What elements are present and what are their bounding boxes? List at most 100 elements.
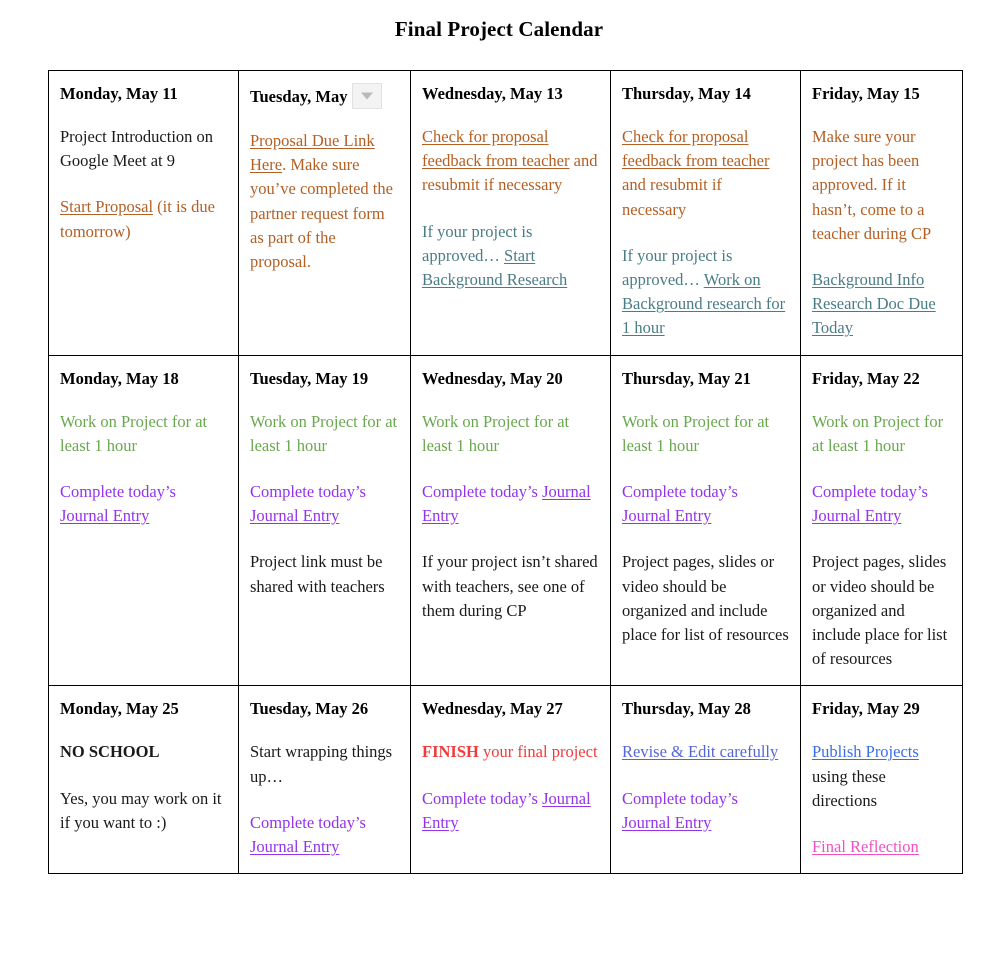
day-header: Tuesday, May 19 — [250, 368, 399, 390]
day-note-link[interactable]: Journal Entry — [60, 506, 149, 525]
day-note: Work on Project for at least 1 hour — [60, 410, 227, 458]
day-header: Monday, May 25 — [60, 698, 227, 720]
day-note: Complete today’s Journal Entry — [250, 811, 399, 859]
day-header: Friday, May 15 — [812, 83, 951, 105]
day-note: If your project isn’t shared with teache… — [422, 550, 599, 623]
day-header: Thursday, May 14 — [622, 83, 789, 105]
day-header: Wednesday, May 27 — [422, 698, 599, 720]
calendar-day-cell: Thursday, May 14 Check for proposal feedb… — [610, 70, 801, 356]
calendar-day-cell: Thursday, May 28 Revise & Edit carefully C… — [610, 685, 801, 875]
day-note: Publish Projects using these directions — [812, 740, 951, 813]
day-note-text: your final project — [478, 742, 598, 762]
day-note-text: Complete today’s — [422, 788, 543, 808]
calendar-week-row: Monday, May 11 Project Introduction on Go… — [48, 70, 963, 356]
day-note-text: Complete today’s — [250, 812, 366, 832]
day-header-label: Tuesday, May — [250, 87, 348, 106]
day-note: Background Info Research Doc Due Today — [812, 268, 951, 341]
day-header: Tuesday, May — [250, 83, 399, 109]
day-note-link[interactable]: Background Info Research Doc Due Today — [812, 270, 936, 337]
day-note-text: Complete today’s — [422, 482, 543, 502]
day-note-link[interactable]: Start Proposal — [60, 197, 153, 216]
day-note-link[interactable]: Revise & Edit carefully — [622, 742, 778, 761]
day-note-text: Work on Project for at least 1 hour — [812, 411, 944, 455]
day-header-label: Wednesday, May 27 — [422, 699, 563, 719]
day-note-text: Make sure your project has been approved… — [812, 127, 932, 243]
day-note-text: Project Introduction on Google Meet at 9 — [60, 127, 214, 171]
day-note: Complete today’s Journal Entry — [622, 480, 789, 528]
calendar-day-cell: Wednesday, May 20 Work on Project for at … — [410, 354, 611, 687]
day-note-text: Work on Project for at least 1 hour — [250, 411, 398, 455]
day-note: Yes, you may work on it if you want to :… — [60, 787, 227, 835]
day-note: Make sure your project has been approved… — [812, 125, 951, 246]
calendar-day-cell: Wednesday, May 27 FINISH your final proje… — [410, 685, 611, 875]
calendar-page: Final Project Calendar Monday, May 11 Pro… — [0, 0, 998, 964]
day-note: Project Introduction on Google Meet at 9 — [60, 125, 227, 173]
day-header: Friday, May 29 — [812, 698, 951, 720]
calendar-day-cell: Monday, May 25 NO SCHOOL Yes, you may work… — [48, 685, 239, 875]
day-note-text: NO SCHOOL — [60, 742, 160, 762]
day-note-text: and resubmit if necessary — [622, 175, 722, 219]
day-header-label: Friday, May 22 — [812, 368, 920, 388]
day-note: Work on Project for at least 1 hour — [250, 410, 399, 458]
day-header-label: Thursday, May 14 — [622, 84, 751, 103]
day-note-link[interactable]: Check for proposal feedback from teacher — [422, 127, 570, 170]
day-note: Work on Project for at least 1 hour — [812, 410, 951, 458]
day-note: Revise & Edit carefully — [622, 740, 789, 764]
day-note: Proposal Due Link Here. Make sure you’ve… — [250, 129, 399, 274]
day-note-link[interactable]: Journal Entry — [622, 813, 711, 832]
day-note-link[interactable]: Final Reflection — [812, 837, 919, 856]
day-note-text: Work on Project for at least 1 hour — [60, 411, 208, 455]
day-note-text: Complete today’s — [812, 482, 928, 502]
day-note: Complete today’s Journal Entry — [60, 480, 227, 528]
day-note-text: Project link must be shared with teacher… — [250, 552, 385, 596]
calendar-day-cell: Monday, May 18 Work on Project for at lea… — [48, 354, 239, 687]
page-title: Final Project Calendar — [394, 17, 604, 41]
day-note: Work on Project for at least 1 hour — [422, 410, 599, 458]
day-note-link[interactable]: Check for proposal feedback from teacher — [622, 127, 770, 170]
calendar-day-cell: Friday, May 29 Publish Projects using the… — [800, 685, 963, 875]
calendar-day-cell: Monday, May 11 Project Introduction on Go… — [48, 70, 239, 356]
calendar-day-cell: Thursday, May 21 Work on Project for at l… — [610, 354, 801, 687]
day-header-label: Tuesday, May 19 — [250, 368, 369, 388]
day-note-text: Start wrapping things up… — [250, 742, 393, 786]
day-note: Complete today’s Journal Entry — [422, 480, 599, 528]
day-note-text: Complete today’s — [250, 482, 366, 502]
calendar-day-cell: Wednesday, May 13 Check for proposal feed… — [410, 70, 611, 356]
day-note-text: Project pages, slides or video should be… — [622, 552, 789, 645]
day-header-label: Monday, May 25 — [60, 699, 179, 719]
day-note-link[interactable]: Publish Projects — [812, 742, 919, 761]
chevron-down-glyph — [360, 92, 373, 100]
day-header: Thursday, May 28 — [622, 698, 789, 720]
day-header: Tuesday, May 26 — [250, 698, 399, 720]
day-note: Check for proposal feedback from teacher… — [422, 125, 599, 198]
day-header: Wednesday, May 13 — [422, 83, 599, 105]
day-note-link[interactable]: Journal Entry — [250, 506, 339, 525]
calendar-day-cell: Tuesday, May Proposal Due Link Here. Make… — [238, 70, 411, 356]
day-note-text: Work on Project for at least 1 hour — [622, 411, 770, 455]
day-header-label: Tuesday, May 26 — [250, 699, 369, 719]
calendar-day-cell: Tuesday, May 26 Start wrapping things up…… — [238, 685, 411, 875]
day-note-link[interactable]: Journal Entry — [622, 506, 711, 525]
day-note: Start wrapping things up… — [250, 740, 399, 788]
calendar-week-row: Monday, May 18 Work on Project for at lea… — [48, 354, 963, 687]
calendar-body: Monday, May 11 Project Introduction on Go… — [48, 70, 963, 875]
chevron-down-icon[interactable] — [351, 83, 382, 109]
day-note: Project pages, slides or video should be… — [812, 550, 951, 671]
day-header-label: Wednesday, May 20 — [422, 368, 563, 388]
day-note-text: FINISH — [422, 742, 479, 762]
day-note-text: If your project isn’t shared with teache… — [422, 552, 598, 620]
day-note: Work on Project for at least 1 hour — [622, 410, 789, 458]
day-note-text: using these directions — [812, 766, 886, 810]
day-note: Complete today’s Journal Entry — [622, 787, 789, 835]
day-note-link[interactable]: Journal Entry — [812, 506, 901, 525]
calendar-container: Monday, May 11 Project Introduction on Go… — [48, 70, 963, 875]
day-header-label: Wednesday, May 13 — [422, 84, 563, 103]
calendar-day-cell: Friday, May 22 Work on Project for at lea… — [800, 354, 963, 687]
day-note: Project link must be shared with teacher… — [250, 550, 399, 598]
day-note: Complete today’s Journal Entry — [812, 480, 951, 528]
day-header-label: Thursday, May 21 — [622, 368, 751, 388]
day-header-label: Monday, May 18 — [60, 368, 179, 388]
day-header-label: Friday, May 29 — [812, 699, 920, 719]
day-note-link[interactable]: Journal Entry — [250, 837, 339, 856]
day-note-text: Project pages, slides or video should be… — [812, 552, 948, 669]
